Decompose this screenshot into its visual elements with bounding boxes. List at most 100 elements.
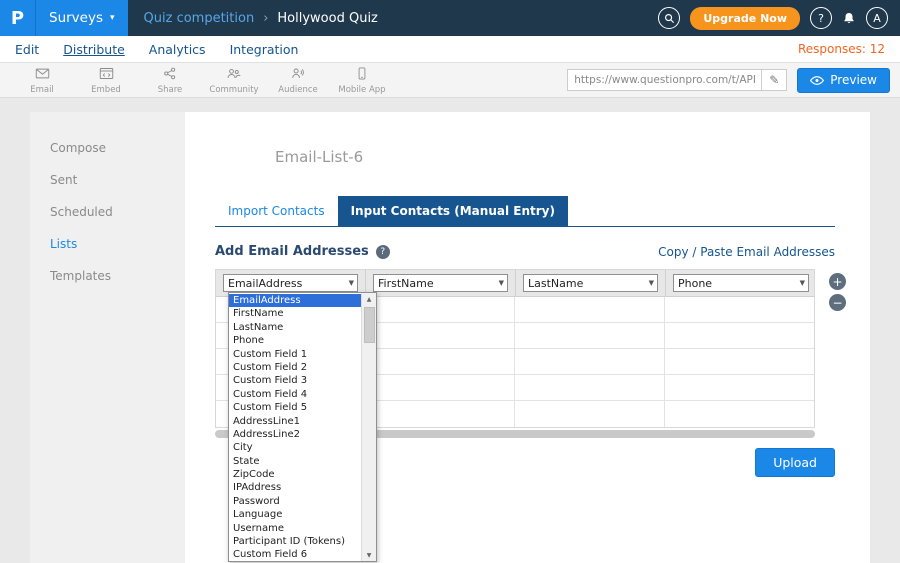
select-arrow-icon: ▼ [800, 279, 805, 287]
toolbar-item-label: Share [158, 85, 183, 95]
avatar[interactable]: A [866, 7, 888, 29]
email-icon [34, 66, 51, 84]
section-title: Add Email Addresses [215, 244, 369, 259]
grid-cell[interactable] [515, 297, 665, 322]
sidebar-item-sent[interactable]: Sent [30, 164, 185, 196]
tab-input-contacts-manual[interactable]: Input Contacts (Manual Entry) [338, 196, 568, 226]
grid-cell[interactable] [366, 323, 516, 348]
nav-item-edit[interactable]: Edit [15, 42, 39, 57]
select-arrow-icon: ▼ [499, 279, 504, 287]
nav-item-integration[interactable]: Integration [230, 42, 299, 57]
field-select-1[interactable]: EmailAddress ▼ [223, 274, 358, 292]
grid-cell[interactable] [515, 375, 665, 400]
dropdown-option[interactable]: IPAddress [229, 481, 361, 494]
remove-row-button[interactable]: − [829, 294, 846, 311]
preview-button[interactable]: Preview [797, 68, 890, 93]
sidebar-item-scheduled[interactable]: Scheduled [30, 196, 185, 228]
dropdown-option[interactable]: Custom Field 4 [229, 388, 361, 401]
top-bar: P Surveys ▾ Quiz competition › Hollywood… [0, 0, 900, 36]
sidebar-item-templates[interactable]: Templates [30, 260, 185, 292]
responses-count[interactable]: Responses: 12 [798, 42, 885, 56]
nav-item-distribute[interactable]: Distribute [63, 42, 125, 57]
grid-header-cell: Phone ▼ [666, 270, 816, 296]
upgrade-now-button[interactable]: Upgrade Now [690, 7, 800, 30]
dropdown-option[interactable]: Phone [229, 334, 361, 347]
topbar-actions: Upgrade Now ? A [658, 7, 900, 30]
contacts-tabs: Import Contacts Input Contacts (Manual E… [215, 196, 835, 227]
toolbar-item-mobile-app[interactable]: Mobile App [330, 66, 394, 95]
tab-import-contacts[interactable]: Import Contacts [215, 196, 338, 226]
grid-cell[interactable] [665, 349, 815, 374]
dropdown-scrollbar[interactable]: ▲ ▼ [361, 293, 376, 561]
dropdown-option[interactable]: Custom Field 2 [229, 361, 361, 374]
notifications-bell-icon[interactable] [842, 11, 856, 26]
toolbar-item-label: Community [209, 85, 258, 95]
dropdown-option[interactable]: Username [229, 522, 361, 535]
dropdown-option[interactable]: LastName [229, 321, 361, 334]
toolbar-item-label: Audience [278, 85, 317, 95]
field-select-2[interactable]: FirstName ▼ [373, 274, 508, 292]
scroll-down-icon[interactable]: ▼ [362, 549, 376, 561]
dropdown-option[interactable]: Custom Field 1 [229, 348, 361, 361]
search-icon[interactable] [658, 7, 680, 29]
field-select-3[interactable]: LastName ▼ [523, 274, 658, 292]
dropdown-option[interactable]: Language [229, 508, 361, 521]
grid-cell[interactable] [366, 297, 516, 322]
dropdown-option[interactable]: City [229, 441, 361, 454]
dropdown-option[interactable]: Participant ID (Tokens) [229, 535, 361, 548]
toolbar-item-community[interactable]: Community [202, 66, 266, 95]
scroll-up-icon[interactable]: ▲ [362, 293, 376, 305]
survey-url-group: ✎ Preview [567, 68, 890, 93]
grid-cell[interactable] [366, 349, 516, 374]
grid-cell[interactable] [665, 297, 815, 322]
grid-cell[interactable] [366, 401, 516, 427]
dropdown-option[interactable]: Custom Field 6 [229, 548, 361, 561]
email-grid-wrap: EmailAddress ▼ FirstName ▼ LastName [215, 269, 835, 438]
content-area: Compose Sent Scheduled Lists Templates E… [0, 98, 900, 563]
dropdown-option[interactable]: AddressLine1 [229, 415, 361, 428]
add-row-button[interactable]: + [829, 273, 846, 290]
grid-cell[interactable] [515, 323, 665, 348]
nav-item-analytics[interactable]: Analytics [149, 42, 206, 57]
surveys-menu[interactable]: Surveys ▾ [36, 0, 128, 36]
upload-button[interactable]: Upload [755, 448, 835, 477]
sidebar-item-lists[interactable]: Lists [30, 228, 185, 260]
toolbar-item-audience[interactable]: Audience [266, 66, 330, 95]
toolbar-item-label: Email [30, 85, 54, 95]
dropdown-option[interactable]: Custom Field 3 [229, 374, 361, 387]
dropdown-option[interactable]: ZipCode [229, 468, 361, 481]
grid-cell[interactable] [665, 323, 815, 348]
grid-cell[interactable] [515, 349, 665, 374]
dropdown-option[interactable]: Custom Field 5 [229, 401, 361, 414]
copy-paste-email-link[interactable]: Copy / Paste Email Addresses [658, 245, 835, 259]
embed-icon [98, 66, 115, 84]
mobile-app-icon [355, 66, 369, 84]
toolbar-item-share[interactable]: Share [138, 66, 202, 95]
dropdown-option[interactable]: FirstName [229, 307, 361, 320]
dropdown-option[interactable]: Password [229, 495, 361, 508]
grid-cell[interactable] [665, 375, 815, 400]
grid-cell[interactable] [665, 401, 815, 427]
grid-cell[interactable] [515, 401, 665, 427]
toolbar-item-email[interactable]: Email [10, 66, 74, 95]
dropdown-option[interactable]: EmailAddress [229, 294, 361, 307]
community-icon [225, 66, 243, 84]
audience-icon [289, 66, 307, 84]
field-select-4[interactable]: Phone ▼ [673, 274, 809, 292]
select-arrow-icon: ▼ [649, 279, 654, 287]
dropdown-option[interactable]: AddressLine2 [229, 428, 361, 441]
survey-url-input[interactable] [567, 69, 762, 91]
grid-cell[interactable] [366, 375, 516, 400]
field-select-2-value: FirstName [378, 277, 434, 290]
toolbar-item-embed[interactable]: Embed [74, 66, 138, 95]
help-icon[interactable]: ? [376, 245, 390, 259]
scrollbar-thumb[interactable] [364, 307, 375, 343]
sidebar-item-compose[interactable]: Compose [30, 132, 185, 164]
dropdown-option[interactable]: State [229, 455, 361, 468]
breadcrumb-parent-link[interactable]: Quiz competition [144, 11, 255, 26]
help-button[interactable]: ? [810, 7, 832, 29]
edit-url-button[interactable]: ✎ [762, 69, 787, 91]
preview-button-label: Preview [830, 73, 877, 87]
questionpro-logo[interactable]: P [0, 0, 36, 36]
field-select-3-value: LastName [528, 277, 583, 290]
